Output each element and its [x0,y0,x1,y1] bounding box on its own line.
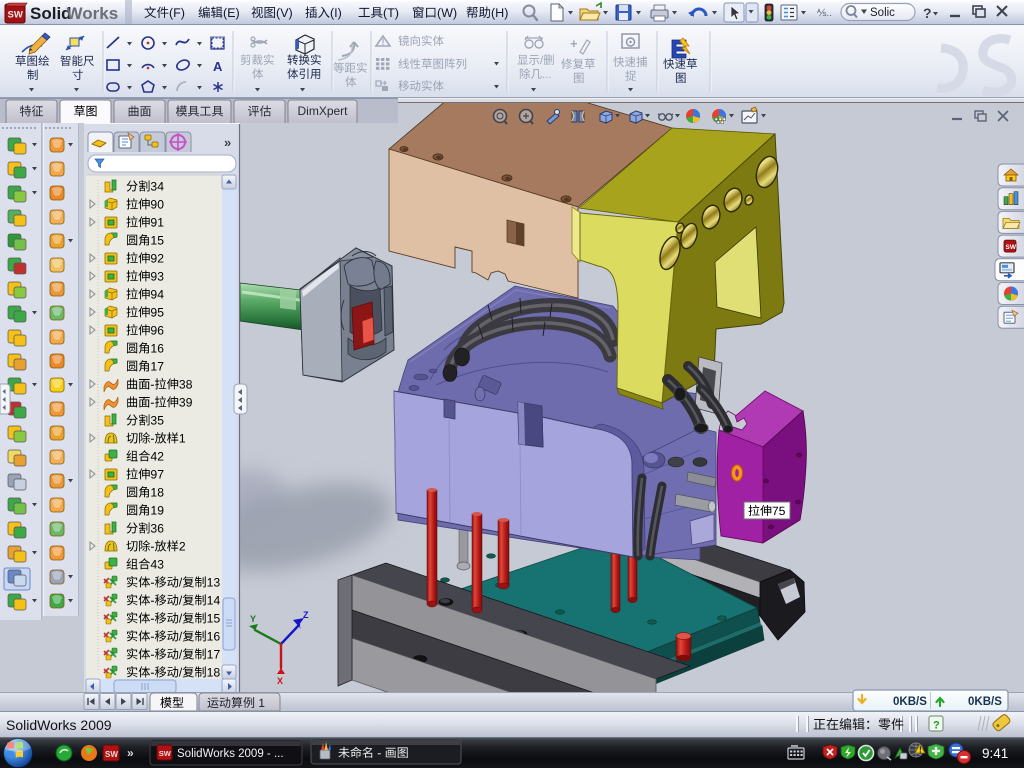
svg-text:SW: SW [105,750,118,759]
svg-text:A: A [213,59,223,74]
svg-text:DimXpert: DimXpert [297,104,348,118]
svg-text:0KB/S: 0KB/S [893,696,927,708]
svg-text:Works: Works [67,4,119,23]
svg-text:?: ? [923,5,932,21]
svg-text:SW: SW [8,10,23,21]
svg-text:SolidWorks 2009: SolidWorks 2009 [6,717,112,733]
svg-text:»: » [127,746,134,760]
svg-text:!: ! [919,746,922,755]
svg-text:Solic: Solic [870,7,895,19]
svg-text:?: ? [933,720,940,732]
svg-text:Solid: Solid [30,4,72,23]
svg-text:SolidWorks 2009 - ...: SolidWorks 2009 - ... [177,748,284,760]
svg-text:SW: SW [159,749,172,758]
svg-text:+: + [570,36,578,51]
svg-text:9:41: 9:41 [982,746,1008,761]
svg-text:X: X [277,676,283,686]
svg-text:»: » [224,135,231,150]
svg-text:Y: Y [250,614,256,624]
svg-text:!: ! [382,37,385,47]
svg-text:SW: SW [1006,244,1017,251]
svg-text:Z: Z [303,610,309,620]
svg-text:0KB/S: 0KB/S [968,696,1002,708]
svg-text:⅍..: ⅍.. [817,8,832,19]
